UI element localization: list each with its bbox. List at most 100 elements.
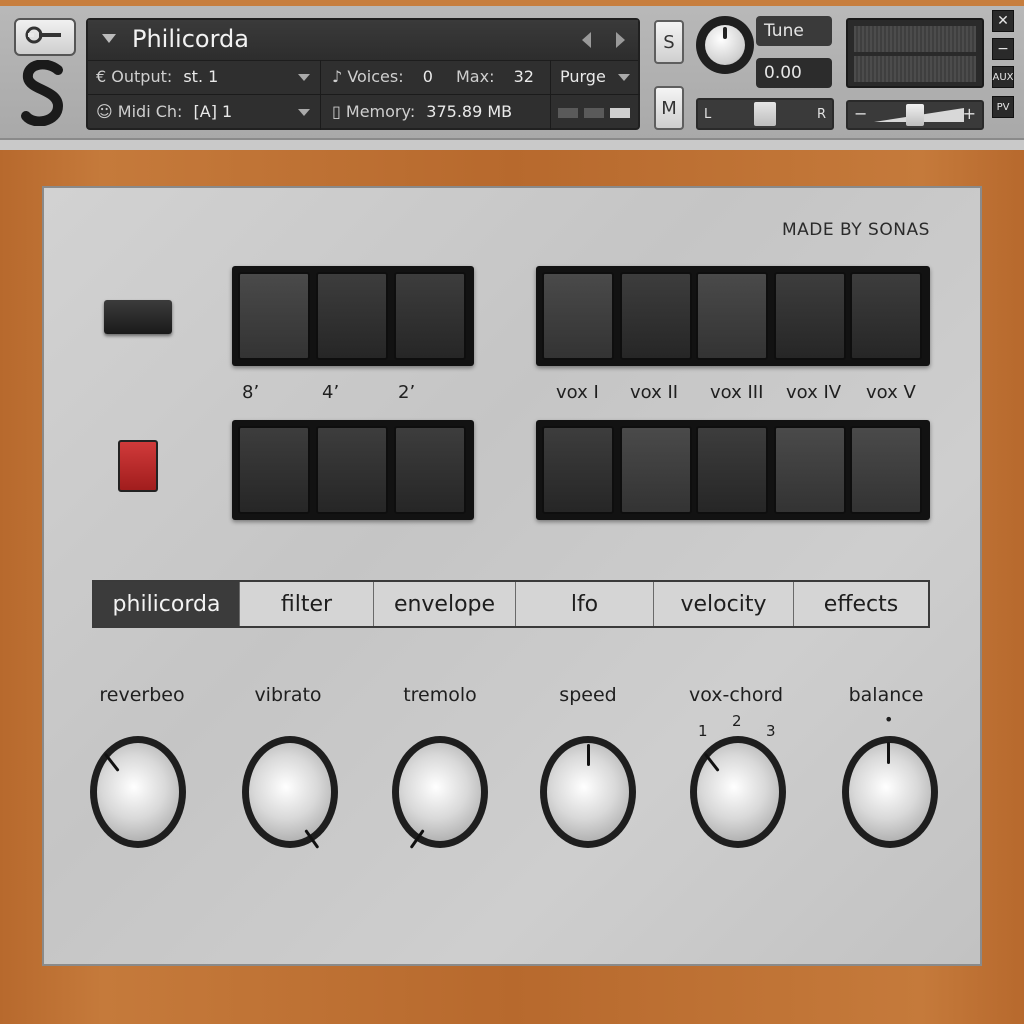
- pv-button[interactable]: PV: [992, 96, 1014, 118]
- vox-tab-4[interactable]: [774, 272, 846, 360]
- memory-value: 375.89 MB: [426, 102, 513, 121]
- footage-tabs-upper: [232, 266, 474, 366]
- midi-icon: ☺: [96, 102, 113, 121]
- memory-display: ▯ Memory: 375.89 MB: [332, 102, 512, 121]
- level-indicator: [558, 108, 578, 118]
- lower-footage-tab-2[interactable]: [316, 426, 388, 514]
- footage-tab-4[interactable]: [316, 272, 388, 360]
- power-rocker-switch[interactable]: [104, 300, 172, 334]
- tune-label: Tune: [756, 16, 832, 46]
- vibrato-knob[interactable]: [242, 736, 338, 849]
- knob-label-vox-chord: vox-chord: [688, 684, 784, 706]
- knob-pointer: [587, 744, 590, 766]
- pan-slider[interactable]: L R: [696, 98, 834, 130]
- footage-tabs-lower: [232, 420, 474, 520]
- lower-vox-tab-1[interactable]: [542, 426, 614, 514]
- vox-label-1: vox I: [556, 382, 599, 403]
- wrench-button[interactable]: [14, 18, 76, 56]
- midi-channel-selector[interactable]: ☺ Midi Ch: [A] 1: [96, 102, 232, 121]
- row-divider: [88, 94, 640, 95]
- brand-label: MADE BY SONAS: [782, 220, 930, 240]
- memory-icon: ▯: [332, 102, 341, 121]
- vox-tab-2[interactable]: [620, 272, 692, 360]
- output-value: st. 1: [183, 67, 219, 86]
- pan-slider-thumb[interactable]: [754, 102, 776, 126]
- tune-value[interactable]: 0.00: [756, 58, 832, 88]
- volume-slider-thumb[interactable]: [906, 104, 924, 126]
- vox-label-3: vox III: [710, 382, 764, 403]
- memory-label: Memory:: [345, 102, 416, 121]
- midi-value: [A] 1: [193, 102, 233, 121]
- tremolo-knob[interactable]: [392, 736, 488, 849]
- footage-label-8: 8’: [242, 382, 260, 403]
- aux-button[interactable]: AUX: [992, 66, 1014, 88]
- midi-label: Midi Ch:: [117, 102, 183, 121]
- knob-face: [249, 743, 331, 841]
- level-indicator: [584, 108, 604, 118]
- meter-left-channel: [854, 26, 976, 52]
- knob-label-balance: balance: [848, 684, 924, 706]
- vox-tab-3[interactable]: [696, 272, 768, 360]
- meter-right-channel: [854, 56, 976, 82]
- instrument-name-row: Philicorda: [88, 20, 638, 61]
- tab-lfo[interactable]: lfo: [516, 582, 654, 626]
- lower-footage-tab-3[interactable]: [394, 426, 466, 514]
- lower-footage-tab-1[interactable]: [238, 426, 310, 514]
- midi-dropdown-icon[interactable]: [298, 109, 310, 116]
- purge-label: Purge: [560, 67, 606, 86]
- s-logo-icon[interactable]: [14, 58, 72, 128]
- collapse-arrow-icon[interactable]: [102, 34, 116, 43]
- balance-knob[interactable]: [842, 736, 938, 848]
- solo-button[interactable]: S: [654, 20, 684, 64]
- output-label: Output:: [111, 67, 173, 86]
- vox-label-5: vox V: [866, 382, 916, 403]
- speed-knob[interactable]: [540, 736, 636, 848]
- vox-chord-knob[interactable]: [690, 736, 786, 848]
- output-icon: €: [96, 67, 107, 86]
- previous-instrument-icon[interactable]: [582, 32, 591, 48]
- vox-tab-1[interactable]: [542, 272, 614, 360]
- voices-value: 0: [422, 67, 433, 86]
- lower-vox-tab-2[interactable]: [620, 426, 692, 514]
- header-accent-strip: [0, 0, 1024, 6]
- vox-tabs-lower: [536, 420, 930, 520]
- knob-label-reverbeo: reverbeo: [99, 684, 185, 706]
- purge-menu[interactable]: Purge: [560, 67, 606, 86]
- tune-knob[interactable]: [696, 16, 754, 74]
- minimize-button[interactable]: −: [992, 38, 1014, 60]
- reverbeo-knob[interactable]: [90, 736, 186, 848]
- tab-envelope[interactable]: envelope: [374, 582, 516, 626]
- lower-vox-tab-5[interactable]: [850, 426, 922, 514]
- pan-right-label: R: [816, 107, 826, 122]
- lower-vox-tab-3[interactable]: [696, 426, 768, 514]
- red-rocker-switch[interactable]: [118, 440, 158, 492]
- output-selector[interactable]: € Output: st. 1: [96, 67, 218, 86]
- knob-face: [399, 743, 481, 841]
- purge-dropdown-icon[interactable]: [618, 74, 630, 81]
- volume-slider[interactable]: − +: [846, 100, 984, 130]
- footage-label-2: 2’: [398, 382, 416, 403]
- max-value: 32: [513, 67, 534, 86]
- tab-philicorda[interactable]: philicorda: [94, 582, 240, 626]
- footage-label-4: 4’: [322, 382, 340, 403]
- close-button[interactable]: ✕: [992, 10, 1014, 32]
- tab-filter[interactable]: filter: [240, 582, 374, 626]
- output-dropdown-icon[interactable]: [298, 74, 310, 81]
- voices-display: ♪ Voices: 0: [332, 67, 433, 86]
- page-tabs: philicorda filter envelope lfo velocity …: [92, 580, 930, 628]
- tab-velocity[interactable]: velocity: [654, 582, 794, 626]
- next-instrument-icon[interactable]: [616, 32, 625, 48]
- footage-tab-8[interactable]: [238, 272, 310, 360]
- lower-vox-tab-4[interactable]: [774, 426, 846, 514]
- mute-button[interactable]: M: [654, 86, 684, 130]
- vox-label-4: vox IV: [786, 382, 842, 403]
- max-voices[interactable]: Max: 32: [456, 67, 534, 86]
- instrument-name[interactable]: Philicorda: [132, 25, 249, 53]
- vox-tabs-upper: [536, 266, 930, 366]
- footage-tab-2[interactable]: [394, 272, 466, 360]
- instrument-header: Philicorda € Output: st. 1 ♪ Voices: 0 M…: [0, 0, 1024, 140]
- tune-knob-face: [705, 25, 745, 65]
- tune-knob-pointer: [723, 27, 727, 39]
- tab-effects[interactable]: effects: [794, 582, 928, 626]
- vox-tab-5[interactable]: [850, 272, 922, 360]
